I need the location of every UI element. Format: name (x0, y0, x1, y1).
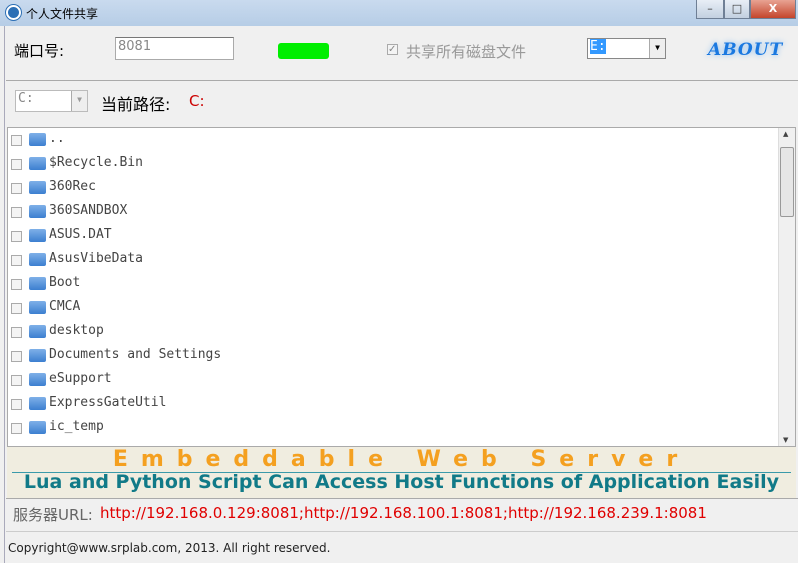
item-checkbox[interactable] (11, 207, 22, 218)
item-checkbox[interactable] (11, 351, 22, 362)
chevron-down-icon[interactable]: ▼ (71, 91, 87, 111)
item-checkbox[interactable] (11, 231, 22, 242)
item-checkbox[interactable] (11, 159, 22, 170)
item-name: 360Rec (49, 179, 96, 194)
item-name: .. (49, 131, 65, 146)
scroll-thumb[interactable] (780, 147, 794, 217)
folder-icon (29, 157, 46, 170)
item-checkbox[interactable] (11, 327, 22, 338)
list-item[interactable]: $Recycle.Bin (8, 152, 778, 176)
item-checkbox[interactable] (11, 255, 22, 266)
folder-icon (29, 349, 46, 362)
divider (6, 498, 798, 499)
list-item[interactable]: desktop (8, 320, 778, 344)
folder-icon (29, 325, 46, 338)
divider (6, 531, 798, 532)
item-checkbox[interactable] (11, 279, 22, 290)
folder-icon (29, 229, 46, 242)
list-item[interactable]: ExpressGateUtil (8, 392, 778, 416)
folder-icon (29, 133, 46, 146)
file-list[interactable]: ▲ ▼ .. $Recycle.Bin 360Rec 360SANDBOX ASUS.D… (7, 127, 796, 447)
folder-icon (29, 277, 46, 290)
scrollbar[interactable]: ▲ ▼ (778, 128, 795, 446)
chevron-down-icon[interactable]: ▼ (649, 39, 665, 58)
banner-subtitle: Lua and Python Script Can Access Host Fu… (23, 471, 780, 493)
current-path: C: (189, 92, 205, 110)
divider (6, 80, 798, 81)
item-name: 360SANDBOX (49, 203, 128, 218)
share-all-label: 共享所有磁盘文件 (406, 43, 527, 61)
close-button[interactable]: X (750, 0, 796, 19)
share-drive-select[interactable]: E: ▼ (587, 38, 666, 59)
folder-icon (29, 253, 46, 266)
item-name: ic_temp (49, 419, 104, 434)
item-name: CMCA (49, 299, 81, 314)
folder-icon (29, 373, 46, 386)
list-item[interactable]: 360Rec (8, 176, 778, 200)
app-icon (6, 5, 21, 20)
promo-banner: Embeddable Web Server Lua and Python Scr… (7, 447, 796, 498)
item-checkbox[interactable] (11, 183, 22, 194)
port-label: 端口号: (14, 42, 65, 60)
list-item[interactable]: AsusVibeData (8, 248, 778, 272)
maximize-button[interactable]: □ (724, 0, 750, 19)
list-item[interactable]: Documents and Settings (8, 344, 778, 368)
port-input[interactable]: 8081 (115, 37, 234, 60)
item-name: eSupport (49, 371, 112, 386)
item-name: Boot (49, 275, 81, 290)
folder-icon (29, 205, 46, 218)
share-all-checkbox[interactable]: ✓ (387, 44, 398, 55)
title-bar: 个人文件共享 – □ X (0, 0, 798, 26)
copyright: Copyright@www.srplab.com, 2013. All righ… (8, 541, 331, 555)
item-name: $Recycle.Bin (49, 155, 143, 170)
item-name: desktop (49, 323, 104, 338)
list-item[interactable]: .. (8, 128, 778, 152)
list-item[interactable]: ic_temp (8, 416, 778, 440)
folder-icon (29, 397, 46, 410)
item-name: AsusVibeData (49, 251, 143, 266)
list-item[interactable]: eSupport (8, 368, 778, 392)
item-name: ASUS.DAT (49, 227, 112, 242)
item-checkbox[interactable] (11, 135, 22, 146)
item-checkbox[interactable] (11, 423, 22, 434)
folder-icon (29, 421, 46, 434)
item-checkbox[interactable] (11, 399, 22, 410)
window-title: 个人文件共享 (26, 7, 99, 21)
path-drive-select[interactable]: C: ▼ (15, 90, 88, 112)
list-item[interactable]: ASUS.DAT (8, 224, 778, 248)
item-name: Documents and Settings (49, 347, 222, 362)
item-name: ExpressGateUtil (49, 395, 167, 410)
path-drive-value: C: (18, 91, 34, 106)
item-checkbox[interactable] (11, 375, 22, 386)
server-url-label: 服务器URL: (13, 506, 93, 524)
item-checkbox[interactable] (11, 303, 22, 314)
server-urls[interactable]: http://192.168.0.129:8081;http://192.168… (100, 504, 707, 522)
scroll-down-icon[interactable]: ▼ (783, 436, 788, 444)
path-label: 当前路径: (101, 95, 171, 114)
minimize-button[interactable]: – (696, 0, 724, 19)
banner-title: Embeddable Web Server (112, 447, 691, 472)
list-item[interactable]: 360SANDBOX (8, 200, 778, 224)
status-indicator (278, 43, 329, 59)
about-button[interactable]: ABOUT (708, 40, 783, 60)
list-item[interactable]: CMCA (8, 296, 778, 320)
list-item[interactable]: Boot (8, 272, 778, 296)
folder-icon (29, 301, 46, 314)
folder-icon (29, 181, 46, 194)
share-drive-value: E: (590, 39, 606, 54)
scroll-up-icon[interactable]: ▲ (783, 130, 788, 138)
